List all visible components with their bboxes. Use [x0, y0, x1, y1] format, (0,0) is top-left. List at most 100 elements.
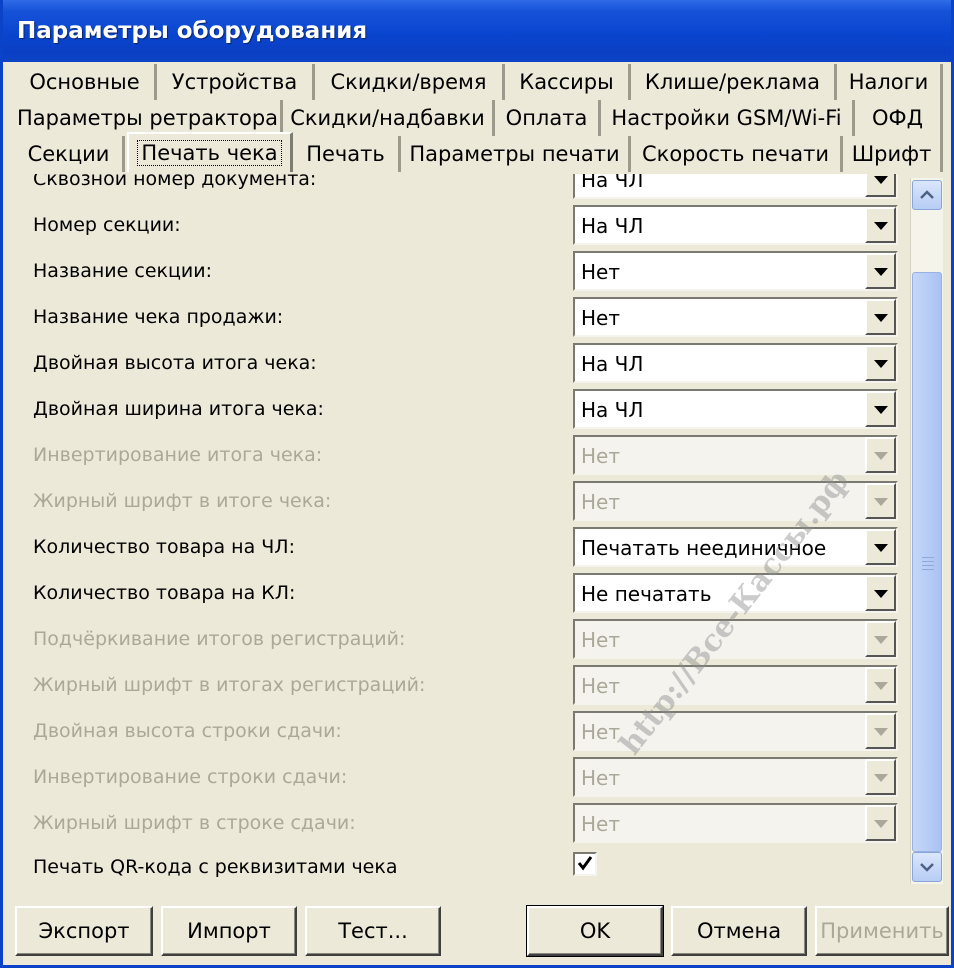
test-button[interactable]: Тест...	[305, 906, 441, 956]
tab-label: Скидки/время	[330, 70, 487, 94]
dropdown-value: Нет	[581, 490, 620, 514]
import-button[interactable]: Импорт	[161, 906, 297, 956]
ok-button[interactable]: OK	[526, 905, 664, 957]
dropdown-button	[865, 713, 896, 749]
setting-row: Подчёркивание итогов регистраций: Нет	[13, 618, 905, 664]
setting-label: Инвертирование строки сдачи:	[33, 766, 348, 788]
scroll-thumb[interactable]	[912, 272, 942, 852]
setting-dropdown[interactable]: На ЧЛ	[573, 389, 898, 429]
tab-skidki-vremya[interactable]: Скидки/время	[315, 64, 505, 100]
dropdown-value: Нет	[581, 628, 620, 652]
tab-ustroystva[interactable]: Устройства	[157, 64, 315, 100]
apply-button: Применить	[815, 906, 949, 956]
dropdown-value: Нет	[581, 444, 620, 468]
tab-kassiry[interactable]: Кассиры	[505, 64, 631, 100]
dropdown-arrow-icon	[874, 636, 888, 644]
dropdown-value: Не печатать	[581, 582, 712, 606]
tab-pechat-cheka[interactable]: Печать чека	[127, 132, 293, 172]
vertical-scrollbar[interactable]	[910, 178, 943, 884]
dropdown-value: На ЧЛ	[581, 214, 644, 238]
tab-klishe-reklama[interactable]: Клише/реклама	[631, 64, 837, 100]
setting-row: Жирный шрифт в итогах регистраций: Нет	[13, 664, 905, 710]
dropdown-arrow-icon	[874, 406, 888, 414]
cancel-button[interactable]: Отмена	[671, 906, 807, 956]
dropdown-arrow-icon	[874, 314, 888, 322]
dropdown-value: Нет	[581, 766, 620, 790]
setting-label: Двойная высота строки сдачи:	[33, 720, 342, 742]
tab-shrift[interactable]: Шрифт	[843, 136, 943, 172]
dialog-window: Параметры оборудования Основные Устройст…	[0, 0, 954, 968]
tab-label: Устройства	[171, 70, 298, 94]
setting-label: Жирный шрифт в итогах регистраций:	[33, 674, 426, 696]
tab-label: Скорость печати	[641, 142, 829, 166]
dropdown-arrow-icon	[874, 682, 888, 690]
scroll-up-button[interactable]	[912, 180, 942, 210]
setting-row: Название чека продажи: Нет	[13, 296, 905, 342]
tab-skidki-nadbavki[interactable]: Скидки/надбавки	[283, 100, 495, 136]
tab-label: ОФД	[871, 106, 923, 130]
dropdown-button[interactable]	[865, 391, 896, 427]
tab-oplata[interactable]: Оплата	[495, 100, 601, 136]
tab-nastroyki-gsm[interactable]: Настройки GSM/Wi-Fi	[601, 100, 855, 136]
setting-label: Жирный шрифт в итоге чека:	[33, 490, 332, 512]
tab-strip: Основные Устройства Скидки/время Кассиры…	[3, 62, 951, 174]
tab-skorost-pechati[interactable]: Скорость печати	[631, 136, 843, 172]
tab-label: Налоги	[848, 70, 929, 94]
setting-label: Название секции:	[33, 260, 213, 282]
dropdown-arrow-icon	[874, 268, 888, 276]
title-bar[interactable]: Параметры оборудования	[3, 0, 951, 62]
setting-row: Инвертирование строки сдачи: Нет	[13, 756, 905, 802]
tab-label: Настройки GSM/Wi-Fi	[611, 106, 842, 130]
dropdown-arrow-icon	[874, 820, 888, 828]
tab-label: Клише/реклама	[644, 70, 821, 94]
scroll-up-icon	[920, 190, 934, 199]
scroll-down-button[interactable]	[912, 852, 942, 882]
dropdown-arrow-icon	[874, 222, 888, 230]
dropdown-button[interactable]	[865, 345, 896, 381]
setting-label: Жирный шрифт в строке сдачи:	[33, 812, 356, 834]
setting-row: Номер секции: На ЧЛ	[13, 204, 905, 250]
setting-dropdown[interactable]: Нет	[573, 251, 898, 291]
checkmark-icon	[577, 856, 593, 871]
tab-osnovnye[interactable]: Основные	[15, 64, 157, 100]
dropdown-button[interactable]	[865, 299, 896, 335]
setting-label: Инвертирование итога чека:	[33, 444, 323, 466]
dropdown-arrow-icon	[874, 360, 888, 368]
setting-dropdown[interactable]: Печатать неединичное	[573, 527, 898, 567]
tab-nalogi[interactable]: Налоги	[837, 64, 943, 100]
window-title: Параметры оборудования	[17, 18, 368, 44]
dropdown-button[interactable]	[865, 174, 896, 197]
qr-code-checkbox[interactable]	[573, 852, 597, 876]
tab-ofd[interactable]: ОФД	[855, 100, 943, 136]
setting-dropdown[interactable]: На ЧЛ	[573, 343, 898, 383]
setting-label: Подчёркивание итогов регистраций:	[33, 628, 406, 650]
setting-dropdown: Нет	[573, 435, 898, 475]
dropdown-button[interactable]	[865, 575, 896, 611]
tab-sektsii[interactable]: Секции	[15, 136, 125, 172]
qr-code-row: Печать QR-кода с реквизитами чека	[13, 852, 905, 884]
dropdown-button[interactable]	[865, 253, 896, 289]
setting-dropdown[interactable]: Нет	[573, 297, 898, 337]
dropdown-value: На ЧЛ	[581, 352, 644, 376]
tab-label: Секции	[27, 142, 110, 166]
export-button[interactable]: Экспорт	[15, 906, 153, 956]
setting-dropdown[interactable]: На ЧЛ	[573, 174, 898, 199]
dropdown-value: Нет	[581, 260, 620, 284]
tab-parametry-retraktora[interactable]: Параметры ретрактора	[15, 100, 283, 136]
setting-dropdown[interactable]: На ЧЛ	[573, 205, 898, 245]
setting-label: Название чека продажи:	[33, 306, 284, 328]
dropdown-value: Нет	[581, 812, 620, 836]
dropdown-button	[865, 759, 896, 795]
tab-parametry-pechati[interactable]: Параметры печати	[401, 136, 631, 172]
tab-pechat[interactable]: Печать	[293, 136, 401, 172]
dropdown-button	[865, 621, 896, 657]
dropdown-button	[865, 667, 896, 703]
dropdown-button[interactable]	[865, 529, 896, 565]
setting-row: Жирный шрифт в итоге чека: Нет	[13, 480, 905, 526]
tab-label: Кассиры	[519, 70, 614, 94]
setting-row: Двойная высота итога чека: На ЧЛ	[13, 342, 905, 388]
tab-label: Печать чека	[137, 140, 282, 166]
dropdown-value: Нет	[581, 306, 620, 330]
dropdown-button[interactable]	[865, 207, 896, 243]
dropdown-arrow-icon	[874, 774, 888, 782]
